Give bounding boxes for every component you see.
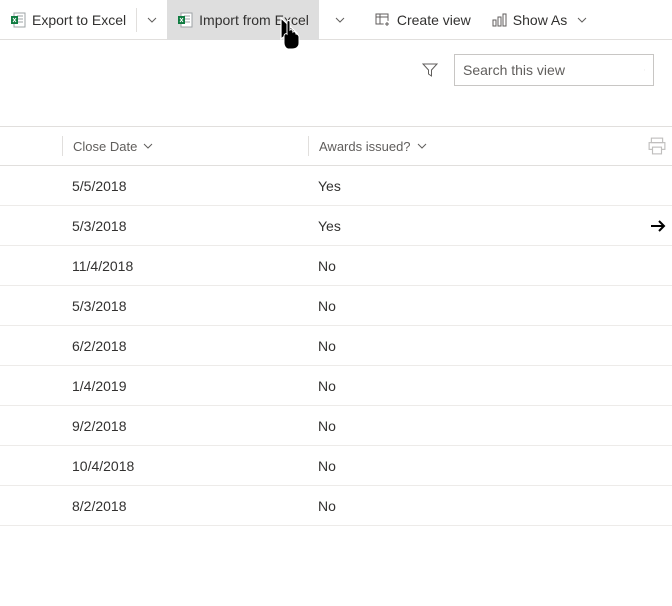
show-as-button[interactable]: Show As [481, 0, 597, 40]
funnel-icon [422, 62, 438, 78]
cell-close-date: 8/2/2018 [62, 498, 308, 514]
arrow-right-icon[interactable] [648, 216, 668, 236]
cell-awards-issued: Yes [308, 218, 550, 234]
search-input[interactable] [463, 62, 644, 78]
command-bar: Export to Excel Import from Excel Create… [0, 0, 672, 40]
filter-button[interactable] [418, 58, 442, 82]
import-from-excel-button[interactable]: Import from Excel [167, 0, 319, 40]
show-as-label: Show As [513, 12, 567, 28]
cell-close-date: 6/2/2018 [62, 338, 308, 354]
export-to-excel-button[interactable]: Export to Excel [0, 0, 136, 40]
table-header: Close Date Awards issued? [0, 126, 672, 166]
table-row[interactable]: 8/2/2018 No [0, 486, 672, 526]
cell-awards-issued: No [308, 378, 550, 394]
cell-awards-issued: No [308, 418, 550, 434]
import-dropdown[interactable] [325, 0, 355, 40]
table-row[interactable]: 11/4/2018 No [0, 246, 672, 286]
cell-awards-issued: Yes [308, 178, 550, 194]
excel-icon [177, 12, 193, 28]
excel-icon [10, 12, 26, 28]
create-view-button[interactable]: Create view [365, 0, 481, 40]
print-icon[interactable] [648, 137, 666, 155]
cell-close-date: 1/4/2019 [62, 378, 308, 394]
chevron-down-icon [143, 141, 153, 151]
table-row[interactable]: 1/4/2019 No [0, 366, 672, 406]
table-row[interactable]: 5/3/2018 Yes [0, 206, 672, 246]
chevron-down-icon [335, 15, 345, 25]
cell-close-date: 9/2/2018 [62, 418, 308, 434]
chevron-down-icon [417, 141, 427, 151]
cell-awards-issued: No [308, 298, 550, 314]
cell-awards-issued: No [308, 338, 550, 354]
table-row[interactable]: 6/2/2018 No [0, 326, 672, 366]
cell-close-date: 5/3/2018 [62, 218, 308, 234]
search-bar [0, 40, 672, 100]
create-view-label: Create view [397, 12, 471, 28]
export-label: Export to Excel [32, 12, 126, 28]
cell-close-date: 5/5/2018 [62, 178, 308, 194]
cell-awards-issued: No [308, 258, 550, 274]
cell-close-date: 11/4/2018 [62, 258, 308, 274]
table-row[interactable]: 5/3/2018 No [0, 286, 672, 326]
table-row[interactable]: 10/4/2018 No [0, 446, 672, 486]
table-plus-icon [375, 12, 391, 28]
search-icon [644, 62, 645, 78]
search-box[interactable] [454, 54, 654, 86]
cell-close-date: 10/4/2018 [62, 458, 308, 474]
column-awards-issued[interactable]: Awards issued? [308, 136, 550, 156]
col-tail [550, 137, 672, 155]
awards-header-label: Awards issued? [319, 139, 411, 154]
cell-close-date: 5/3/2018 [62, 298, 308, 314]
cell-awards-issued: No [308, 498, 550, 514]
close-date-header-label: Close Date [73, 139, 137, 154]
column-close-date[interactable]: Close Date [62, 136, 308, 156]
chevron-down-icon [577, 15, 587, 25]
chevron-down-icon [147, 15, 157, 25]
export-dropdown[interactable] [137, 0, 167, 40]
table-row[interactable]: 9/2/2018 No [0, 406, 672, 446]
table-body: 5/5/2018 Yes 5/3/2018 Yes 11/4/2018 No 5… [0, 166, 672, 526]
chart-icon [491, 12, 507, 28]
table-row[interactable]: 5/5/2018 Yes [0, 166, 672, 206]
cell-awards-issued: No [308, 458, 550, 474]
import-label: Import from Excel [199, 12, 309, 28]
